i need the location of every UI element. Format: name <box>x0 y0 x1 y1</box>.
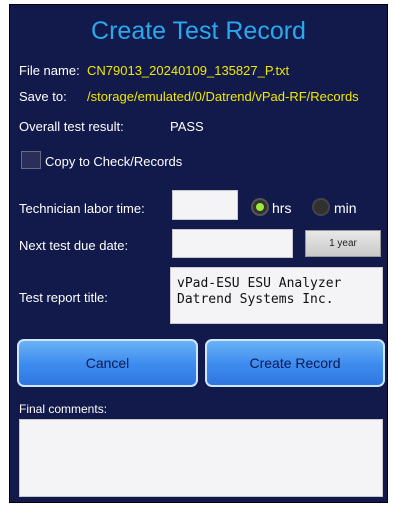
due-date-input[interactable] <box>172 229 293 258</box>
due-date-label: Next test due date: <box>19 238 129 253</box>
overall-result-value: PASS <box>170 119 204 134</box>
final-comments-input[interactable] <box>19 419 383 497</box>
copy-to-records-checkbox[interactable] <box>21 151 41 169</box>
cancel-button[interactable]: Cancel <box>17 339 198 387</box>
labor-time-label: Technician labor time: <box>19 201 145 216</box>
file-name-value: CN79013_20240109_135827_P.txt <box>87 63 290 78</box>
report-title-label: Test report title: <box>19 290 108 305</box>
min-label[interactable]: min <box>334 200 357 216</box>
create-test-record-dialog: Create Test Record File name: CN79013_20… <box>9 4 388 503</box>
one-year-button[interactable]: 1 year <box>305 230 381 257</box>
hrs-label[interactable]: hrs <box>272 200 291 216</box>
file-name-label: File name: <box>19 63 80 78</box>
final-comments-label: Final comments: <box>19 402 108 416</box>
save-to-label: Save to: <box>19 89 67 104</box>
min-radio[interactable] <box>312 198 330 216</box>
create-record-button[interactable]: Create Record <box>205 339 385 387</box>
labor-time-input[interactable] <box>172 190 238 220</box>
dialog-title: Create Test Record <box>91 17 306 45</box>
copy-to-records-label[interactable]: Copy to Check/Records <box>45 154 182 169</box>
overall-result-label: Overall test result: <box>19 119 124 134</box>
save-to-value: /storage/emulated/0/Datrend/vPad-RF/Reco… <box>87 89 359 104</box>
report-title-input[interactable]: vPad-ESU ESU Analyzer Datrend Systems In… <box>170 267 383 324</box>
hrs-radio[interactable] <box>251 198 269 216</box>
